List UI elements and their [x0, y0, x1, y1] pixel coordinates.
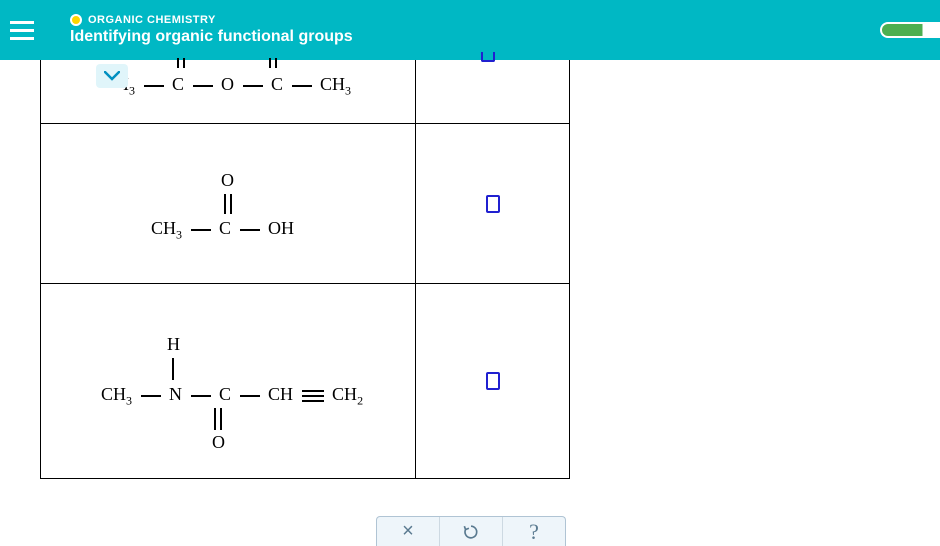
- category-dot-icon: [70, 14, 82, 26]
- fragment-ch3: CH3: [320, 74, 351, 94]
- atom-c: C: [172, 74, 184, 94]
- answer-cell: [416, 284, 569, 478]
- fragment-ch3: CH3: [151, 218, 182, 238]
- double-bond-icon: [269, 58, 277, 68]
- table-row: O CH3 C OH: [41, 123, 569, 283]
- table-row: H CH3 N C CH CH2 O: [41, 283, 569, 478]
- structure-cell: H CH3 N C CH CH2 O: [41, 284, 416, 478]
- fragment-ch3: CH3: [101, 384, 132, 404]
- content-area: I3 C O C CH3 O CH3: [0, 60, 940, 479]
- single-bond-icon: [172, 358, 174, 380]
- help-icon: ?: [529, 519, 539, 545]
- progress-indicator: [880, 22, 940, 38]
- atom-o: O: [221, 170, 234, 191]
- menu-icon[interactable]: [10, 15, 40, 45]
- formula-row-2: CH3 C OH: [151, 218, 294, 243]
- double-bond-icon: [224, 194, 232, 214]
- chevron-down-icon[interactable]: [96, 64, 128, 88]
- close-button[interactable]: ×: [377, 517, 439, 546]
- help-button[interactable]: ?: [502, 517, 565, 546]
- structure-cell: O CH3 C OH: [41, 124, 416, 283]
- structure-cell: I3 C O C CH3: [41, 60, 416, 123]
- atom-c: C: [219, 384, 231, 404]
- top-bar: ORGANIC CHEMISTRY Identifying organic fu…: [0, 0, 940, 60]
- checkbox-row-2[interactable]: [486, 195, 500, 213]
- fragment-ch: CH: [268, 384, 293, 404]
- category-line: ORGANIC CHEMISTRY: [70, 14, 353, 26]
- atom-o: O: [212, 432, 225, 453]
- atom-c: C: [219, 218, 231, 238]
- double-bond-icon: [214, 408, 222, 430]
- atom-o: O: [221, 74, 234, 94]
- fragment-ch2: CH2: [332, 384, 363, 404]
- table-row: I3 C O C CH3: [41, 60, 569, 123]
- molecule-table: I3 C O C CH3 O CH3: [40, 60, 570, 479]
- fragment-oh: OH: [268, 218, 294, 238]
- atom-h: H: [167, 334, 180, 355]
- action-bar: × ?: [376, 516, 566, 546]
- page-title: Identifying organic functional groups: [70, 28, 353, 46]
- atom-c: C: [271, 74, 283, 94]
- formula-row-3: CH3 N C CH CH2: [101, 384, 363, 409]
- formula-row-1: I3 C O C CH3: [123, 74, 351, 99]
- undo-icon: [461, 522, 481, 542]
- answer-cell: [416, 60, 569, 123]
- undo-button[interactable]: [439, 517, 502, 546]
- checkbox-row-3[interactable]: [486, 372, 500, 390]
- double-bond-icon: [177, 58, 185, 68]
- atom-n: N: [169, 384, 182, 404]
- answer-cell: [416, 124, 569, 283]
- title-block: ORGANIC CHEMISTRY Identifying organic fu…: [70, 14, 353, 46]
- close-icon: ×: [402, 520, 414, 543]
- category-text: ORGANIC CHEMISTRY: [88, 14, 216, 26]
- triple-bond-icon: [302, 390, 324, 402]
